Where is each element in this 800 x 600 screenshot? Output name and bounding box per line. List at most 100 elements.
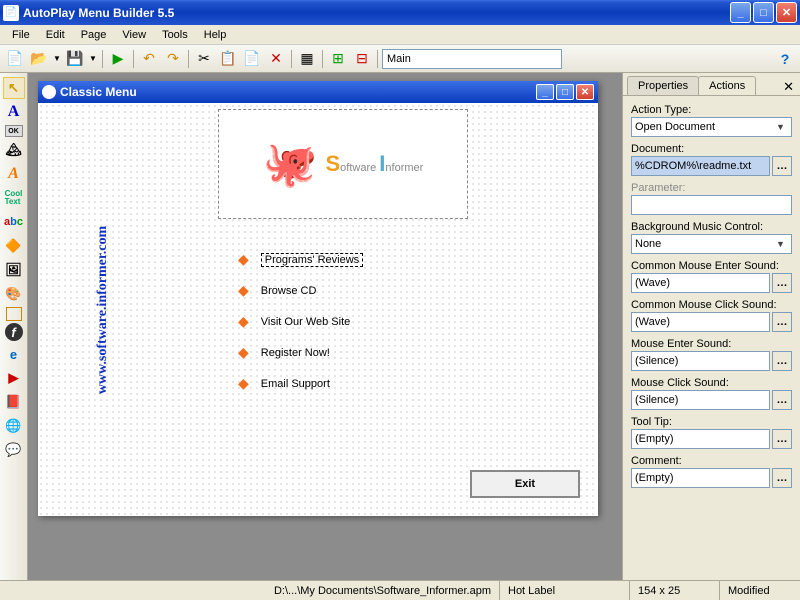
sidebar-url-text[interactable]: www.software.informer.com	[95, 225, 111, 393]
menu-page[interactable]: Page	[73, 27, 115, 43]
paste-button[interactable]: 📄	[241, 48, 263, 70]
maximize-button[interactable]: □	[753, 2, 774, 23]
design-titlebar: Classic Menu _ □ ✕	[38, 81, 598, 103]
logo-text: Software Informer	[325, 151, 423, 177]
octopus-icon: 🐙	[263, 138, 318, 190]
comment-label: Comment:	[631, 455, 792, 467]
menu-file[interactable]: File	[4, 27, 38, 43]
menu-item-email-support[interactable]: ◆Email Support	[238, 375, 363, 392]
design-minimize-button[interactable]: _	[536, 84, 554, 100]
bg-music-label: Background Music Control:	[631, 221, 792, 233]
pointer-tool[interactable]: ↖	[3, 77, 25, 99]
document-browse-button[interactable]: …	[772, 156, 792, 176]
status-element: Hot Label	[500, 581, 630, 600]
app-icon: 📄	[3, 5, 19, 21]
minimize-button[interactable]: _	[730, 2, 751, 23]
common-enter-sound-input[interactable]: (Wave)	[631, 273, 770, 293]
save-button[interactable]: 💾	[64, 48, 86, 70]
main-toolbar: 📄 📂 ▼ 💾 ▼ ▶ ↶ ↷ ✂ 📋 📄 ✕ ▦ ⊞ ⊟ Main ?	[0, 45, 800, 73]
click-sound-input[interactable]: (Silence)	[631, 390, 770, 410]
web-tool[interactable]: e	[3, 343, 25, 365]
common-click-sound-input[interactable]: (Wave)	[631, 312, 770, 332]
open-dropdown[interactable]: ▼	[52, 48, 62, 70]
parameter-input[interactable]	[631, 195, 792, 215]
text-bold-tool[interactable]: A	[3, 101, 25, 123]
redo-button[interactable]: ↷	[162, 48, 184, 70]
globe-tool[interactable]: 🌐	[3, 415, 25, 437]
image-tool[interactable]: 🏔	[3, 139, 25, 161]
run-button[interactable]: ▶	[107, 48, 129, 70]
design-body[interactable]: www.software.informer.com 🐙 Software Inf…	[38, 103, 598, 516]
panel-close-button[interactable]: ✕	[777, 79, 800, 95]
diamond-bullet-icon: ◆	[238, 251, 249, 268]
text-italic-tool[interactable]: A	[3, 163, 25, 185]
common-enter-sound-browse-button[interactable]: …	[772, 273, 792, 293]
shape-tool[interactable]: 🔶	[3, 235, 25, 257]
canvas[interactable]: Classic Menu _ □ ✕ www.software.informer…	[28, 73, 622, 580]
parameter-label: Parameter:	[631, 182, 792, 194]
save-dropdown[interactable]: ▼	[88, 48, 98, 70]
picture-tool[interactable]: 🖼	[3, 259, 25, 281]
close-button[interactable]: ✕	[776, 2, 797, 23]
menu-item-register[interactable]: ◆Register Now!	[238, 344, 363, 361]
page-selector[interactable]: Main	[382, 49, 562, 69]
click-sound-browse-button[interactable]: …	[772, 390, 792, 410]
enter-sound-browse-button[interactable]: …	[772, 351, 792, 371]
menu-item-visit-website[interactable]: ◆Visit Our Web Site	[238, 313, 363, 330]
open-button[interactable]: 📂	[28, 48, 50, 70]
menu-item-programs-reviews[interactable]: ◆Programs' Reviews	[238, 251, 363, 268]
button-tool[interactable]: OK	[5, 125, 23, 137]
logo-area[interactable]: 🐙 Software Informer	[218, 109, 468, 219]
design-maximize-button[interactable]: □	[556, 84, 574, 100]
delete-button[interactable]: ✕	[265, 48, 287, 70]
menu-view[interactable]: View	[114, 27, 154, 43]
color-tool[interactable]: 🎨	[3, 283, 25, 305]
comment-edit-button[interactable]: …	[772, 468, 792, 488]
menu-item-browse-cd[interactable]: ◆Browse CD	[238, 282, 363, 299]
status-state: Modified	[720, 581, 800, 600]
diamond-bullet-icon: ◆	[238, 313, 249, 330]
tab-actions[interactable]: Actions	[698, 76, 756, 95]
tooltip-label: Tool Tip:	[631, 416, 792, 428]
cut-button[interactable]: ✂	[193, 48, 215, 70]
design-close-button[interactable]: ✕	[576, 84, 594, 100]
remove-page-button[interactable]: ⊟	[351, 48, 373, 70]
copy-button[interactable]: 📋	[217, 48, 239, 70]
new-button[interactable]: 📄	[4, 48, 26, 70]
chat-tool[interactable]: 💬	[3, 439, 25, 461]
cool-text-tool[interactable]: CoolText	[3, 187, 25, 209]
list-tool[interactable]	[6, 307, 22, 321]
add-page-button[interactable]: ⊞	[327, 48, 349, 70]
statusbar: D:\...\My Documents\Software_Informer.ap…	[0, 580, 800, 600]
document-input[interactable]: %CDROM%\readme.txt	[631, 156, 770, 176]
chevron-down-icon: ▼	[773, 122, 788, 132]
tooltip-edit-button[interactable]: …	[772, 429, 792, 449]
bg-music-select[interactable]: None▼	[631, 234, 792, 254]
common-click-sound-browse-button[interactable]: …	[772, 312, 792, 332]
menu-tools[interactable]: Tools	[154, 27, 196, 43]
tooltip-input[interactable]: (Empty)	[631, 429, 770, 449]
pdf-tool[interactable]: 📕	[3, 391, 25, 413]
click-sound-label: Mouse Click Sound:	[631, 377, 792, 389]
flash-tool[interactable]: f	[5, 323, 23, 341]
undo-button[interactable]: ↶	[138, 48, 160, 70]
design-window-icon	[42, 85, 56, 99]
document-label: Document:	[631, 143, 792, 155]
menu-edit[interactable]: Edit	[38, 27, 73, 43]
help-button[interactable]: ?	[774, 48, 796, 70]
label-tool[interactable]: abc	[3, 211, 25, 233]
page-selector-value: Main	[387, 53, 411, 65]
media-tool[interactable]: ▶	[3, 367, 25, 389]
tab-properties[interactable]: Properties	[627, 76, 699, 95]
grid-button[interactable]: ▦	[296, 48, 318, 70]
enter-sound-input[interactable]: (Silence)	[631, 351, 770, 371]
status-size: 154 x 25	[630, 581, 720, 600]
common-enter-sound-label: Common Mouse Enter Sound:	[631, 260, 792, 272]
status-path: D:\...\My Documents\Software_Informer.ap…	[266, 581, 500, 600]
exit-button[interactable]: Exit	[470, 470, 580, 498]
comment-input[interactable]: (Empty)	[631, 468, 770, 488]
action-type-select[interactable]: Open Document▼	[631, 117, 792, 137]
window-title: AutoPlay Menu Builder 5.5	[23, 6, 730, 20]
menu-help[interactable]: Help	[196, 27, 235, 43]
design-sidebar: www.software.informer.com	[38, 103, 168, 516]
